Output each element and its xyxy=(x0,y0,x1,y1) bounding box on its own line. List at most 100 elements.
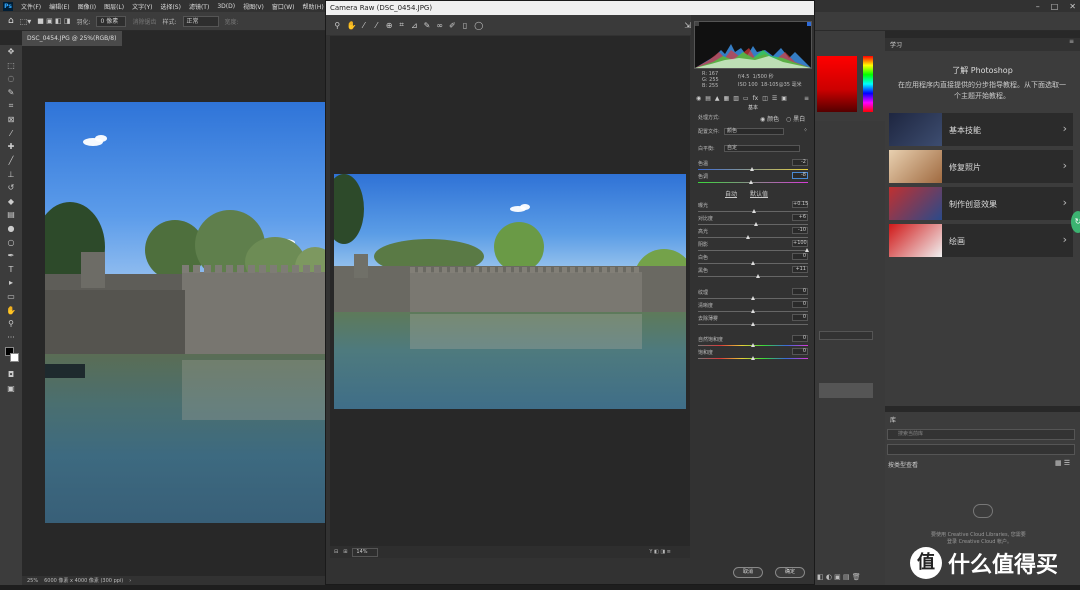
menu-filter[interactable]: 滤镜(T) xyxy=(185,2,213,11)
antialias-checkbox[interactable]: 消除锯齿 xyxy=(132,17,156,26)
graduated-filter-icon[interactable]: ▯ xyxy=(462,21,469,30)
status-arrow-icon[interactable]: › xyxy=(129,578,131,584)
slider-thumb[interactable] xyxy=(805,248,809,252)
marquee-tool-icon[interactable]: ⬚▾ xyxy=(20,17,32,26)
screen-mode-icon[interactable]: ▣ xyxy=(0,382,22,396)
learn-card-basics[interactable]: 基本技能 › xyxy=(889,113,1073,146)
hue-slider[interactable] xyxy=(863,56,873,112)
menu-select[interactable]: 选择(S) xyxy=(156,2,185,11)
zoom-select[interactable]: 14% xyxy=(352,547,379,557)
hand-icon[interactable]: ✋ xyxy=(347,21,357,30)
menu-view[interactable]: 视图(V) xyxy=(239,2,268,11)
slider-value-input[interactable]: -2 xyxy=(792,159,808,166)
ok-button[interactable]: 确定 xyxy=(775,567,805,578)
slider-track[interactable] xyxy=(698,237,808,238)
slider-thumb[interactable] xyxy=(751,296,755,300)
style-select[interactable]: 正常 xyxy=(182,15,219,27)
slider-thumb[interactable] xyxy=(751,309,755,313)
slider-thumb[interactable] xyxy=(754,222,759,226)
red-eye-icon[interactable]: ∞ xyxy=(436,21,443,30)
slider-value-input[interactable]: 0 xyxy=(792,301,808,308)
menu-window[interactable]: 窗口(W) xyxy=(268,2,299,11)
feather-input[interactable]: 0 像素 xyxy=(96,15,127,27)
history-brush-icon[interactable]: ↺ xyxy=(0,181,22,195)
slider-thumb[interactable] xyxy=(748,180,753,184)
white-balance-icon[interactable]: ⁄ xyxy=(361,21,368,30)
slider-value-input[interactable]: +100 xyxy=(792,240,808,247)
slider-thumb[interactable] xyxy=(751,261,755,265)
minimize-icon[interactable]: – xyxy=(1036,2,1040,11)
tab-learn[interactable]: 学习 xyxy=(890,40,902,49)
type-icon[interactable]: T xyxy=(0,263,22,277)
zoom-icon[interactable]: ⚲ xyxy=(334,21,341,30)
dodge-icon[interactable]: ○ xyxy=(0,235,22,249)
frame-icon[interactable]: ⊠ xyxy=(0,113,22,127)
crop-icon[interactable]: ⌗ xyxy=(0,99,22,113)
menu-help[interactable]: 帮助(H) xyxy=(299,2,328,11)
zoom-in-icon[interactable]: ⊞ xyxy=(343,549,347,555)
color-field[interactable] xyxy=(817,56,857,112)
panel-menu-icon[interactable]: ≡ xyxy=(1069,38,1074,45)
close-icon[interactable]: ✕ xyxy=(1069,2,1076,11)
tab-detail-icon[interactable]: ▲ xyxy=(715,95,720,102)
menu-3d[interactable]: 3D(D) xyxy=(213,3,239,10)
move-icon[interactable]: ✥ xyxy=(0,45,22,59)
camera-raw-preview[interactable] xyxy=(330,36,690,546)
slider-thumb[interactable] xyxy=(752,209,757,213)
slider-thumb[interactable] xyxy=(751,356,755,360)
properties-button[interactable] xyxy=(819,383,873,398)
lasso-icon[interactable]: ◌ xyxy=(0,72,22,86)
tab-calibration-icon[interactable]: ◫ xyxy=(762,95,768,102)
slider-thumb[interactable] xyxy=(756,274,761,278)
tab-basic-icon[interactable]: ◉ xyxy=(696,95,701,102)
library-search[interactable]: 搜索当前库 xyxy=(887,429,1075,440)
profile-select[interactable]: 颜色 xyxy=(724,128,784,135)
learn-card-creative-effects[interactable]: 制作创意效果 › xyxy=(889,187,1073,220)
tab-hsl-icon[interactable]: ▦ xyxy=(724,95,730,102)
straighten-icon[interactable]: ⊿ xyxy=(411,21,418,30)
spot-removal-icon[interactable]: ✎ xyxy=(424,21,431,30)
auto-link[interactable]: 自动 xyxy=(725,189,737,198)
adjustment-brush-icon[interactable]: ✐ xyxy=(449,21,456,30)
color-swatches-icon[interactable] xyxy=(0,344,22,368)
brush-icon[interactable]: ╱ xyxy=(0,154,22,168)
gradient-icon[interactable]: ▤ xyxy=(0,208,22,222)
slider-value-input[interactable]: +6 xyxy=(792,214,808,221)
default-link[interactable]: 默认值 xyxy=(750,189,768,198)
layer-actions-icon[interactable]: ◧ ◐ ▣ ▤ 🗑 xyxy=(817,573,861,581)
slider-value-input[interactable]: 0 xyxy=(792,253,808,260)
tab-fx-icon[interactable]: fx xyxy=(753,95,759,102)
marquee-icon[interactable]: ⬚ xyxy=(0,59,22,73)
slider-value-input[interactable]: +11 xyxy=(792,266,808,273)
slider-value-input[interactable]: 0 xyxy=(792,314,808,321)
hand-icon[interactable]: ✋ xyxy=(0,303,22,317)
help-bubble-icon[interactable]: ↻ xyxy=(1071,211,1080,233)
path-select-icon[interactable]: ▸ xyxy=(0,276,22,290)
tab-curve-icon[interactable]: ▤ xyxy=(705,95,711,102)
crop-icon[interactable]: ⌗ xyxy=(398,20,405,30)
sort-select[interactable]: 按类型查看 xyxy=(888,460,918,469)
slider-value-input[interactable]: 0 xyxy=(792,288,808,295)
quick-select-icon[interactable]: ✎ xyxy=(0,86,22,100)
eraser-icon[interactable]: ◆ xyxy=(0,195,22,209)
pen-icon[interactable]: ✒ xyxy=(0,249,22,263)
slider-track[interactable] xyxy=(698,182,808,183)
wb-select[interactable]: 自定 xyxy=(724,145,800,152)
library-select[interactable] xyxy=(887,444,1075,455)
slider-value-input[interactable]: +0.15 xyxy=(792,201,808,208)
targeted-adjust-icon[interactable]: ⊕ xyxy=(386,21,393,30)
slider-thumb[interactable] xyxy=(751,322,755,326)
slider-thumb[interactable] xyxy=(745,235,750,239)
learn-card-fix-photos[interactable]: 修复照片 › xyxy=(889,150,1073,183)
zoom-icon[interactable]: ⚲ xyxy=(0,317,22,331)
slider-thumb[interactable] xyxy=(751,343,755,347)
menu-type[interactable]: 文字(Y) xyxy=(128,2,156,11)
blur-icon[interactable]: ● xyxy=(0,222,22,236)
tab-lens-icon[interactable]: ▭ xyxy=(743,95,749,102)
slider-track[interactable] xyxy=(698,276,808,277)
zoom-level[interactable]: 25% xyxy=(27,578,38,584)
rectangle-icon[interactable]: ▭ xyxy=(0,290,22,304)
tab-split-icon[interactable]: ▥ xyxy=(733,95,739,102)
color-sampler-icon[interactable]: ⁄ xyxy=(373,21,380,30)
learn-card-painting[interactable]: 绘画 › xyxy=(889,224,1073,257)
